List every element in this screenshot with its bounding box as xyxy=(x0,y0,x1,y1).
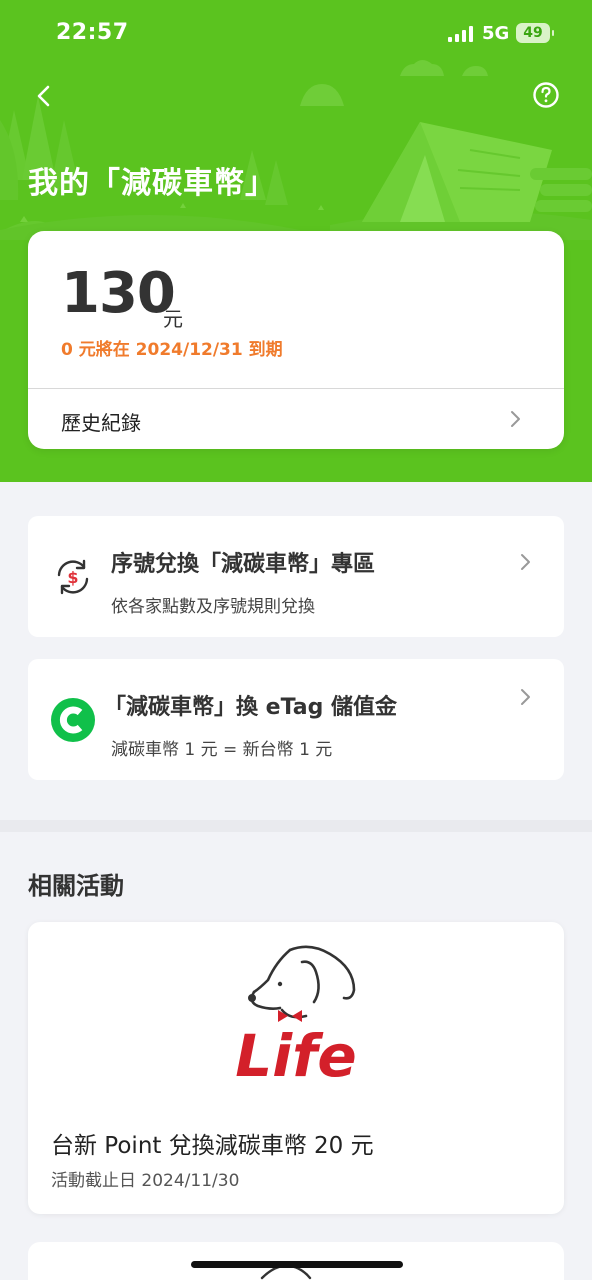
network-type: 5G xyxy=(482,23,510,44)
home-indicator xyxy=(191,1261,403,1268)
serial-exchange-card[interactable]: $ 序號兌換「減碳車幣」專區 依各家點數及序號規則兌換 xyxy=(28,516,564,637)
section-divider xyxy=(0,820,592,832)
menu-subtitle: 依各家點數及序號規則兌換 xyxy=(111,597,315,617)
history-label: 歷史紀錄 xyxy=(61,411,141,435)
status-time: 22:57 xyxy=(56,20,129,45)
chevron-right-icon xyxy=(521,689,530,705)
section-title: 相關活動 xyxy=(28,872,124,900)
balance-card: 130 元 0 元將在 2024/12/31 到期 歷史紀錄 xyxy=(28,231,564,449)
status-bar: 22:57 5G 49 xyxy=(0,0,592,66)
activity-card[interactable]: Life 台新 Point 兌換減碳車幣 20 元 活動截止日 2024/11/… xyxy=(28,922,564,1214)
page-title: 我的「減碳車幣」 xyxy=(28,166,276,201)
back-arrow-icon[interactable] xyxy=(30,82,58,110)
chevron-right-icon xyxy=(511,411,520,427)
etag-exchange-card[interactable]: 「減碳車幣」換 eTag 儲值金 減碳車幣 1 元 = 新台幣 1 元 xyxy=(28,659,564,780)
balance-amount: 130 xyxy=(61,261,176,326)
life-dog-logo: Life xyxy=(235,945,357,1090)
menu-subtitle: 減碳車幣 1 元 = 新台幣 1 元 xyxy=(111,740,333,760)
menu-title: 序號兌換「減碳車幣」專區 xyxy=(111,552,376,577)
help-icon[interactable] xyxy=(532,81,560,109)
dollar-exchange-icon: $ xyxy=(57,559,89,595)
battery-indicator: 49 xyxy=(516,23,554,43)
balance-unit: 元 xyxy=(163,307,183,331)
cellular-signal-icon xyxy=(448,26,473,42)
svg-text:$: $ xyxy=(67,568,78,587)
expiry-note: 0 元將在 2024/12/31 到期 xyxy=(61,340,283,360)
chevron-right-icon xyxy=(521,554,530,570)
etag-c-icon xyxy=(51,698,95,742)
activity-title: 台新 Point 兌換減碳車幣 20 元 xyxy=(51,1133,374,1159)
life-logo-text: Life xyxy=(235,1022,356,1090)
menu-title: 「減碳車幣」換 eTag 儲值金 xyxy=(104,695,398,720)
history-row[interactable]: 歷史紀錄 xyxy=(28,389,564,449)
activity-deadline: 活動截止日 2024/11/30 xyxy=(51,1171,240,1191)
